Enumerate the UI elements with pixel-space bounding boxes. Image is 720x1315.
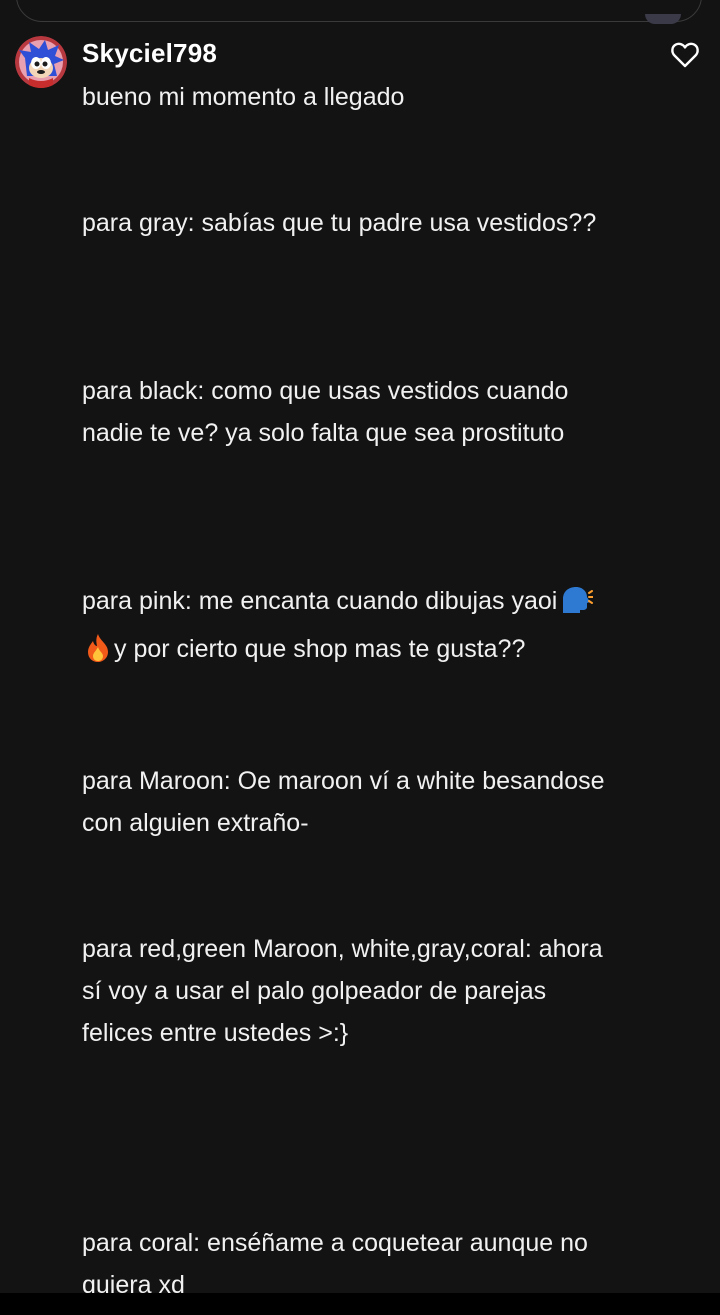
avatar[interactable] [15, 36, 67, 88]
comment-line: para red,green Maroon, white,gray,coral:… [82, 928, 642, 970]
comment-line-text: para pink: me encanta cuando dibujas yao… [82, 587, 558, 615]
comment-line: para Maroon: Oe maroon ví a white besand… [82, 760, 642, 802]
comment-author[interactable]: Skyciel798 [82, 38, 217, 69]
comment-line: sí voy a usar el palo golpeador de parej… [82, 970, 642, 1012]
user-avatar-icon [15, 36, 67, 88]
bottom-bar [0, 1293, 720, 1315]
like-button[interactable] [668, 38, 702, 72]
comment-line: felices entre ustedes >:} [82, 1012, 642, 1054]
comment-line-text: con alguien extraño- [82, 809, 309, 837]
comment-paragraph: para pink: me encanta cuando dibujas yao… [82, 580, 642, 676]
comment-line-text: felices entre ustedes >:} [82, 1019, 349, 1047]
comment-line-text: para black: como que usas vestidos cuand… [82, 377, 569, 405]
comment-line: bueno mi momento a llegado [82, 76, 642, 118]
avatar [645, 14, 681, 24]
comment-line: con alguien extraño- [82, 802, 642, 844]
comment-paragraph: para black: como que usas vestidos cuand… [82, 370, 642, 454]
comment-line: para pink: me encanta cuando dibujas yao… [82, 580, 642, 628]
comment-line-text: sí voy a usar el palo golpeador de parej… [82, 977, 547, 1005]
speaking-head-icon [559, 585, 595, 628]
comment-line-text: bueno mi momento a llegado [82, 83, 405, 111]
comment-line: y por cierto que shop mas te gusta?? [82, 628, 642, 676]
comment-paragraph: para Maroon: Oe maroon ví a white besand… [82, 760, 642, 844]
comment-line: para gray: sabías que tu padre usa vesti… [82, 202, 642, 244]
reply-input[interactable] [16, 0, 702, 24]
comment-paragraph: bueno mi momento a llegado [82, 76, 642, 118]
comment-paragraph: para red,green Maroon, white,gray,coral:… [82, 928, 642, 1054]
comment-body: bueno mi momento a llegado para gray: sab… [82, 76, 642, 1306]
comment-line-text: para Maroon: Oe maroon ví a white besand… [82, 767, 605, 795]
comment-line-text: para gray: sabías que tu padre usa vesti… [82, 209, 597, 237]
comment-line: nadie te ve? ya solo falta que sea prost… [82, 412, 642, 454]
comment-line-text: nadie te ve? ya solo falta que sea prost… [82, 419, 565, 447]
fire-icon [84, 633, 112, 676]
comment-line: para black: como que usas vestidos cuand… [82, 370, 642, 412]
comment-line: para coral: enséñame a coquetear aunque … [82, 1222, 642, 1264]
comment-line-text: para red,green Maroon, white,gray,coral:… [82, 935, 603, 963]
comment-line-text: y por cierto que shop mas te gusta?? [114, 635, 526, 663]
heart-icon [671, 42, 699, 68]
comment-paragraph: para gray: sabías que tu padre usa vesti… [82, 202, 642, 244]
comment-line-text: para coral: enséñame a coquetear aunque … [82, 1229, 588, 1257]
